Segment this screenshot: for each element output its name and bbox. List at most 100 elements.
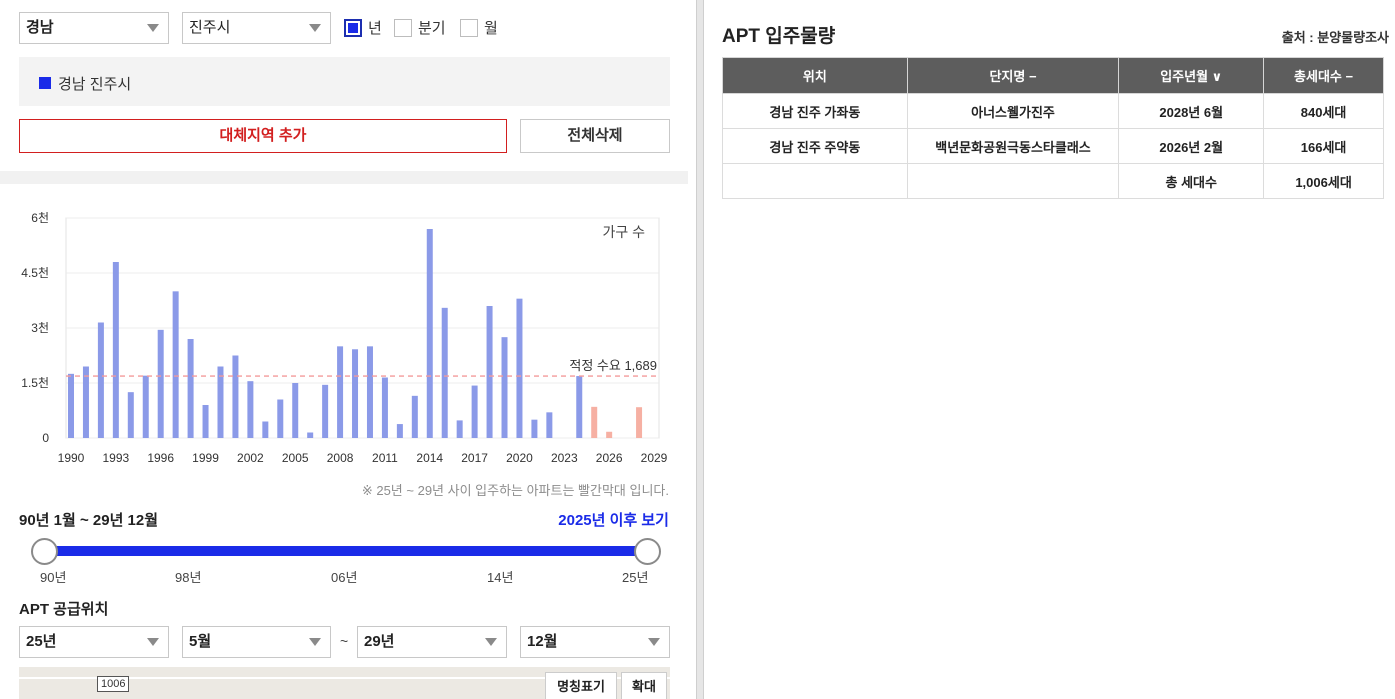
road-number-badge: 1006 [97,676,130,692]
chart-bar [82,366,89,438]
cell-move-in: 2026년 2월 [1118,128,1265,164]
chart-bar [546,412,553,438]
chevron-down-icon [309,24,321,32]
chart-bar [531,419,538,438]
x-tick-label: 2020 [506,451,533,465]
map-label-toggle-button[interactable]: 명칭표기 [545,672,617,699]
cell-empty [722,163,908,199]
chart-note: ※ 25년 ~ 29년 사이 입주하는 아파트는 빨간막대 입니다. [361,483,669,498]
range-slider-end-handle[interactable] [634,538,661,565]
map-zoom-button[interactable]: 확대 [621,672,667,699]
chart-bar [187,339,194,438]
total-value: 1,006세대 [1263,163,1384,199]
app-root: 경남 진주시 년 분기 월 경남 진주시 대체지역 추가 전체삭제 6천 4.5천… [0,0,1395,699]
checkbox-quarter-label: 분기 [418,20,446,37]
chart-bar [307,432,314,438]
x-tick-label: 2029 [641,451,668,465]
chevron-down-icon [147,638,159,646]
slider-tick: 06년 [331,570,358,585]
chart-bar [247,381,254,438]
cell-empty [906,163,1120,199]
chart-bar [217,366,224,438]
to-month-value: 12월 [527,633,558,650]
cell-units: 166세대 [1263,128,1384,164]
table-total-row: 총 세대수 1,006세대 [722,163,1384,199]
slider-tick: 90년 [40,570,67,585]
panel-divider[interactable] [697,0,704,699]
cell-location: 경남 진주 가좌동 [722,93,908,129]
chart-bar [471,385,478,438]
chart-bar [127,392,134,438]
chevron-down-icon [147,24,159,32]
x-tick-label: 2023 [551,451,578,465]
city-value: 진주시 [189,19,231,36]
checkbox-month-label: 월 [484,20,498,37]
checkbox-quarter[interactable] [394,19,412,37]
chart-bar [591,406,598,438]
region-label: 경남 진주시 [58,76,132,93]
chart-bar [97,322,104,438]
chart-bar [411,395,418,438]
x-tick-label: 1996 [147,451,174,465]
chart-bar [157,329,164,438]
city-select[interactable]: 진주시 [182,12,331,44]
chart-bar [636,407,643,438]
cell-move-in: 2028년 6월 [1118,93,1265,129]
range-slider-track[interactable] [44,546,647,556]
col-header-units[interactable]: 총세대수 − [1263,57,1384,94]
add-region-button[interactable]: 대체지역 추가 [19,119,507,153]
checkbox-year-label: 년 [368,20,382,37]
chart-bar [381,377,388,438]
chart-bar [441,307,448,438]
y-tick-label: 6천 [31,210,49,225]
chart-bar [292,383,299,438]
x-tick-label: 2002 [237,451,264,465]
chart-bar [426,229,433,438]
chart-bar [456,420,463,438]
checkbox-year[interactable] [344,19,362,37]
region-color-swatch [39,77,51,89]
table-header-row: 위치 단지명 − 입주년월 ∨ 총세대수 − [722,57,1384,94]
from-year-value: 25년 [26,633,57,650]
chart-bar [68,373,74,438]
to-year-select[interactable]: 29년 [357,626,507,658]
chart-bar [366,346,373,438]
chevron-down-icon [485,638,497,646]
from-month-select[interactable]: 5월 [182,626,331,658]
selected-region-box: 경남 진주시 [19,57,670,106]
range-label: 90년 1월 ~ 29년 12월 [19,512,159,529]
table-row[interactable]: 경남 진주 주약동 백년문화공원극동스타클래스 2026년 2월 166세대 [722,128,1384,164]
chart-bar [322,384,329,438]
table-title: APT 입주물량 [722,26,836,47]
delete-all-button[interactable]: 전체삭제 [520,119,670,153]
reference-label: 적정 수요 1,689 [569,358,657,373]
section-divider [0,171,688,184]
after-2025-link[interactable]: 2025년 이후 보기 [558,509,669,530]
range-separator: ~ [340,633,349,649]
slider-tick: 25년 [622,570,649,585]
x-tick-label: 1993 [102,451,129,465]
supply-bar-chart: 6천 4.5천 3천 1.5천 0 1990 1993 1996 1999 2002 2005 200… [21,210,668,465]
col-header-location[interactable]: 위치 [722,57,908,94]
y-tick-label: 4.5천 [21,265,49,280]
x-tick-label: 1990 [58,451,85,465]
y-tick-label: 1.5천 [21,375,49,390]
chart-bar [576,376,583,438]
province-select[interactable]: 경남 [19,12,169,44]
col-header-move-in[interactable]: 입주년월 ∨ [1118,57,1265,94]
chart-bar [486,306,493,438]
chevron-down-icon [309,638,321,646]
cell-units: 840세대 [1263,93,1384,129]
table-row[interactable]: 경남 진주 가좌동 아너스웰가진주 2028년 6월 840세대 [722,93,1384,129]
from-year-select[interactable]: 25년 [19,626,169,658]
chart-bar [337,346,344,438]
chevron-down-icon [648,638,660,646]
cell-complex: 백년문화공원극동스타클래스 [906,128,1120,164]
to-month-select[interactable]: 12월 [520,626,670,658]
checkbox-month[interactable] [460,19,478,37]
col-header-complex[interactable]: 단지명 − [906,57,1120,94]
range-slider-start-handle[interactable] [31,538,58,565]
chart-bar [352,349,359,438]
right-panel: APT 입주물량 출처 : 분양물량조사 위치 단지명 − 입주년월 ∨ 총세대… [705,0,1395,699]
chart-bar [516,298,523,438]
